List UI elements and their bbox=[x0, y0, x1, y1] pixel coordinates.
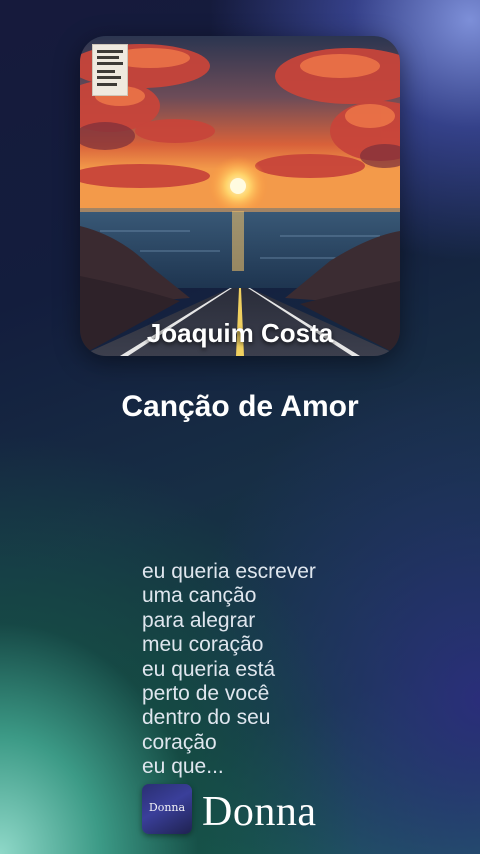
donna-logo-icon: Donna bbox=[142, 784, 192, 834]
song-title: Canção de Amor bbox=[121, 390, 359, 423]
artist-name: Joaquim Costa bbox=[146, 318, 334, 348]
lyric-line: eu que... bbox=[142, 755, 224, 779]
lyric-line: perto de você bbox=[142, 682, 270, 706]
lyric-line: coração bbox=[142, 730, 217, 754]
label-sticker bbox=[92, 44, 128, 96]
brand-name: Donna bbox=[202, 789, 317, 835]
album-cover: Joaquim Costa bbox=[80, 36, 400, 356]
lyric-line: meu coração bbox=[142, 633, 264, 657]
lyric-line: uma canção bbox=[142, 584, 257, 608]
lyrics-block: eu queria escrever uma canção para alegr… bbox=[142, 560, 316, 780]
logo-text: Donna bbox=[148, 801, 186, 814]
lyric-line: para alegrar bbox=[142, 608, 256, 632]
lyric-line: eu queria escrever bbox=[142, 560, 316, 583]
lyric-line: eu queria está bbox=[142, 657, 276, 681]
sunset-road-illustration bbox=[80, 36, 400, 356]
lyric-line: dentro do seu bbox=[142, 706, 271, 730]
